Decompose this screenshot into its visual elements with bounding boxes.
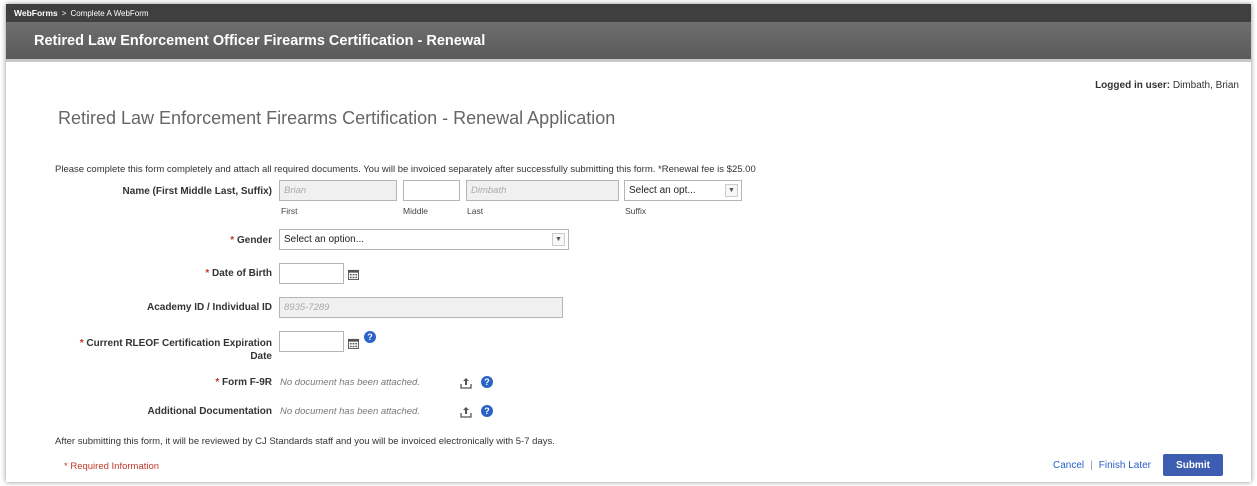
- form-actions: Cancel | Finish Later Submit: [1053, 454, 1223, 476]
- form-f9r-label: * Form F-9R: [66, 377, 272, 388]
- actions-separator: |: [1090, 459, 1093, 471]
- dob-label-text: Date of Birth: [212, 268, 272, 279]
- middle-name-input[interactable]: [403, 180, 460, 201]
- breadcrumb-current: Complete A WebForm: [70, 8, 149, 18]
- suffix-sublabel: Suffix: [625, 206, 647, 216]
- calendar-icon[interactable]: [348, 338, 359, 349]
- dob-input[interactable]: [279, 263, 344, 284]
- middle-sublabel: Middle: [403, 206, 429, 216]
- suffix-select-value: Select an opt...: [629, 185, 696, 196]
- required-info: * Required Information: [64, 461, 160, 472]
- chevron-down-icon: ▼: [552, 233, 565, 246]
- upload-icon[interactable]: [460, 406, 472, 418]
- dob-label: * Date of Birth: [66, 268, 272, 279]
- logged-in-user: Logged in user: Dimbath, Brian: [1095, 80, 1239, 91]
- breadcrumb: WebForms > Complete A WebForm: [6, 4, 1251, 22]
- last-sublabel: Last: [467, 206, 484, 216]
- breadcrumb-root-link[interactable]: WebForms: [14, 8, 58, 18]
- required-marker: *: [79, 338, 84, 349]
- form-f9r-status: No document has been attached.: [280, 377, 420, 388]
- required-marker: *: [215, 377, 220, 388]
- form-title: Retired Law Enforcement Firearms Certifi…: [58, 108, 616, 128]
- expiration-date-input[interactable]: [279, 331, 344, 352]
- footer-note: After submitting this form, it will be r…: [55, 436, 555, 447]
- last-name-input[interactable]: [466, 180, 619, 201]
- gender-select-value: Select an option...: [284, 234, 365, 245]
- calendar-icon[interactable]: [348, 269, 359, 280]
- form-f9r-label-text: Form F-9R: [222, 377, 272, 388]
- page-title: Retired Law Enforcement Officer Firearms…: [34, 32, 486, 49]
- upload-icon[interactable]: [460, 377, 472, 389]
- additional-docs-label: Additional Documentation: [147, 406, 272, 417]
- suffix-select[interactable]: Select an opt... ▼: [624, 180, 742, 201]
- logged-in-label: Logged in user:: [1095, 80, 1171, 91]
- gender-label-text: Gender: [236, 235, 272, 246]
- academy-id-label: Academy ID / Individual ID: [146, 302, 272, 313]
- help-icon[interactable]: ?: [364, 331, 376, 343]
- expiration-label-line1: Current RLEOF Certification Expiration: [86, 338, 272, 349]
- submit-button[interactable]: Submit: [1163, 454, 1223, 476]
- form-page: WebForms > Complete A WebForm Retired La…: [6, 4, 1251, 482]
- first-sublabel: First: [281, 206, 298, 216]
- gender-label: * Gender: [66, 235, 272, 246]
- chevron-down-icon: ▼: [725, 184, 738, 197]
- logged-in-name: Dimbath, Brian: [1172, 80, 1239, 91]
- cancel-link[interactable]: Cancel: [1053, 460, 1084, 471]
- breadcrumb-separator: >: [61, 8, 67, 18]
- academy-id-input[interactable]: [279, 297, 563, 318]
- help-icon[interactable]: ?: [481, 405, 493, 417]
- expiration-label: * Current RLEOF Certification Expiration…: [46, 337, 272, 363]
- first-name-input[interactable]: [279, 180, 397, 201]
- required-marker: *: [205, 268, 210, 279]
- additional-docs-status: No document has been attached.: [280, 406, 420, 417]
- expiration-label-line2: Date: [250, 351, 272, 362]
- help-icon[interactable]: ?: [481, 376, 493, 388]
- page-header: Retired Law Enforcement Officer Firearms…: [6, 22, 1251, 62]
- finish-later-link[interactable]: Finish Later: [1099, 460, 1151, 471]
- name-label: Name (First Middle Last, Suffix): [122, 186, 272, 197]
- form-intro: Please complete this form completely and…: [55, 164, 756, 175]
- gender-select[interactable]: Select an option... ▼: [279, 229, 569, 250]
- required-marker: *: [230, 235, 235, 246]
